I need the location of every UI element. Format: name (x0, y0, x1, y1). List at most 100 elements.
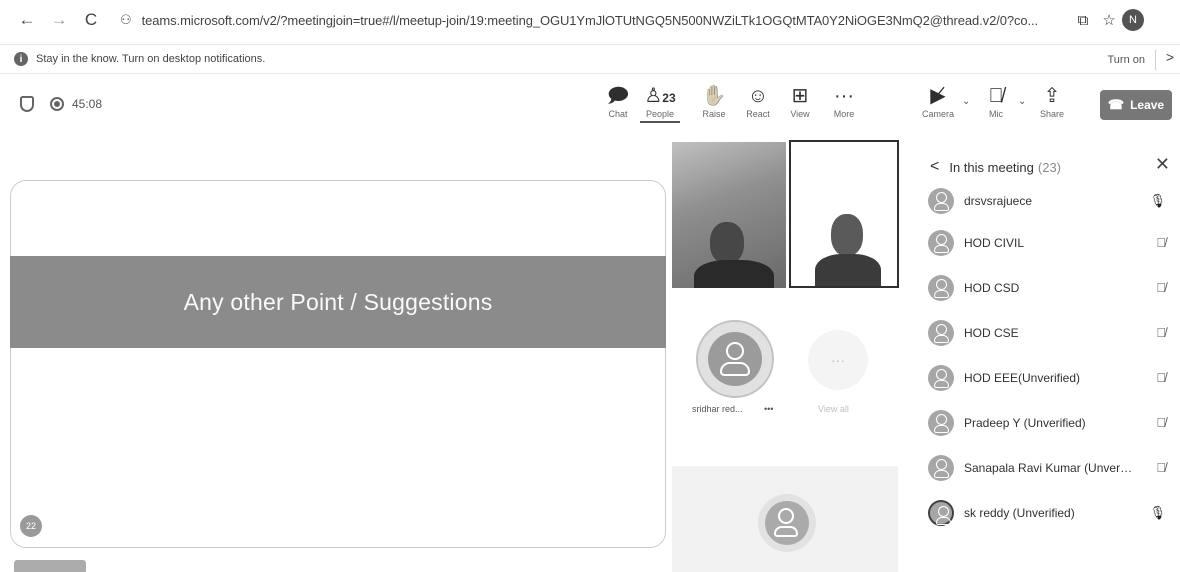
avatar (928, 499, 954, 526)
back-arrow-icon[interactable]: ← (14, 7, 40, 33)
shared-screen-stage (10, 180, 666, 548)
share-label: Share (1039, 109, 1065, 119)
tile-more-options-icon[interactable]: ••• (764, 404, 773, 414)
panel-title: In this meeting (949, 159, 1034, 175)
grid-icon: ⊞ (791, 85, 809, 107)
participant-row[interactable]: HOD CIVIL 🎙̸ (904, 220, 1180, 265)
more-button[interactable]: ··· More (824, 84, 864, 119)
participant-row[interactable]: HOD CSE 🎙̸ (904, 310, 1180, 355)
participants-panel: < In this meeting (23) ✕ drsvsrajuece 🎙 … (904, 140, 1180, 572)
video-tile-participant-2[interactable] (789, 140, 899, 288)
mic-button[interactable]: 🎙̸ Mic (976, 84, 1016, 119)
ellipsis-icon: ··· (834, 85, 854, 107)
participant-name: Pradeep Y (Unverified) (964, 415, 1086, 430)
chevron-left-icon[interactable]: < (930, 158, 939, 176)
notification-text: Stay in the know. Turn on desktop notifi… (36, 53, 266, 65)
video-tile-bottom[interactable] (672, 466, 898, 572)
presenter-avatar: 22 (20, 515, 42, 537)
participant-name: drsvsrajuece (964, 194, 1033, 208)
avatar (928, 229, 954, 256)
meeting-timer: 45:08 (72, 97, 103, 111)
participant-row[interactable]: HOD EEE(Unverified) 🎙̸ (904, 355, 1180, 400)
participant-row[interactable]: drsvsrajuece 🎙 (904, 182, 1180, 220)
hang-up-icon: ☎ (1107, 97, 1125, 112)
avatar (928, 188, 954, 214)
avatar (928, 454, 954, 481)
smiley-icon: ☺ (747, 85, 769, 107)
url-text[interactable]: teams.microsoft.com/v2/?meetingjoin=true… (142, 13, 1072, 28)
share-button[interactable]: ⇪ Share (1032, 84, 1072, 119)
profile-avatar[interactable]: N (1122, 9, 1144, 31)
turn-on-button[interactable]: Turn on (1107, 50, 1156, 70)
person-body (720, 362, 750, 376)
participant-list: drsvsrajuece 🎙 HOD CIVIL 🎙̸ HOD CSD 🎙̸ H… (904, 188, 1180, 535)
leave-label: Leave (1130, 98, 1165, 112)
camera-options-chevron-icon[interactable]: ⌄ (962, 96, 970, 107)
participant-body (815, 254, 881, 286)
forward-arrow-icon[interactable]: → (46, 7, 72, 33)
participant-row[interactable]: sk reddy (Unverified) 🎙 (904, 490, 1180, 535)
participant-name: HOD CSD (964, 280, 1020, 295)
person-icon (778, 508, 794, 524)
video-tile-participant-1[interactable] (672, 142, 786, 288)
slide-title: Any other Point / Suggestions (183, 288, 493, 315)
mic-muted-icon: 🎙̸ (1156, 460, 1166, 475)
shield-icon (20, 96, 34, 112)
raise-label: Raise (702, 109, 726, 119)
url-field[interactable]: ⚇ teams.microsoft.com/v2/?meetingjoin=tr… (120, 5, 1120, 35)
meeting-status: 45:08 (20, 96, 102, 112)
participant-name: HOD CSE (964, 325, 1019, 340)
view-label: View (790, 109, 810, 119)
mic-muted-icon: 🎙̸ (1156, 235, 1166, 250)
bookmark-star-icon[interactable]: ☆ (1102, 11, 1115, 29)
tile-participant-name: sridhar red... (692, 404, 743, 414)
mic-muted-icon: 🎙̸ (1156, 415, 1166, 430)
meeting-toolbar: 45:08 🗩 Chat ♙23 People ✋ Raise ☺ React … (0, 76, 1180, 134)
react-button[interactable]: ☺ React (738, 84, 778, 119)
mic-off-icon: 🎙̸ (988, 85, 1004, 107)
people-label: People (640, 109, 680, 123)
mic-muted-icon: 🎙̸ (1156, 370, 1166, 385)
bottom-chip (14, 560, 86, 572)
react-label: React (746, 109, 770, 119)
mic-options-chevron-icon[interactable]: ⌄ (1018, 96, 1026, 107)
chat-button[interactable]: 🗩 Chat (598, 84, 638, 119)
person-icon (726, 342, 744, 360)
mic-muted-icon: 🎙̸ (1156, 325, 1166, 340)
person-body (774, 526, 798, 537)
share-tray-icon: ⇪ (1043, 85, 1061, 107)
hand-icon: ✋ (701, 85, 727, 107)
mic-icon: 🎙 (1149, 193, 1166, 208)
camera-off-icon: ▶̸ (930, 85, 946, 107)
participant-body (694, 260, 774, 288)
leave-button[interactable]: ☎ Leave (1100, 90, 1172, 120)
reload-icon[interactable]: C (78, 7, 104, 33)
participant-row[interactable]: Pradeep Y (Unverified) 🎙̸ (904, 400, 1180, 445)
people-count: 23 (662, 91, 676, 105)
participant-name: sk reddy (Unverified) (964, 505, 1075, 520)
people-button[interactable]: ♙23 People (640, 84, 680, 123)
chevron-right-icon[interactable]: > (1166, 49, 1174, 65)
avatar (928, 274, 954, 301)
chat-icon: 🗩 (606, 85, 630, 107)
panel-header: < In this meeting (23) (930, 158, 1061, 176)
view-button[interactable]: ⊞ View (780, 84, 820, 119)
more-label: More (833, 109, 855, 119)
open-in-app-icon[interactable]: ⧉ (1078, 12, 1089, 29)
chat-label: Chat (608, 109, 628, 119)
participant-avatar-tile[interactable] (696, 320, 774, 398)
participant-row[interactable]: Sanapala Ravi Kumar (Unverifi... 🎙̸ (904, 445, 1180, 490)
view-all-tile[interactable]: ··· (808, 330, 868, 390)
participant-row[interactable]: HOD CSD 🎙̸ (904, 265, 1180, 310)
recording-icon (50, 97, 64, 111)
mic-muted-icon: 🎙̸ (1156, 280, 1166, 295)
participant-face (710, 222, 744, 264)
view-all-label[interactable]: View all (818, 404, 849, 414)
close-icon[interactable]: ✕ (1155, 154, 1170, 175)
raise-hand-button[interactable]: ✋ Raise (694, 84, 734, 119)
avatar (928, 364, 954, 391)
site-info-icon[interactable]: ⚇ (120, 12, 132, 28)
camera-button[interactable]: ▶̸ Camera (918, 84, 958, 119)
participant-name: HOD CIVIL (964, 235, 1025, 250)
participant-face (831, 214, 863, 256)
